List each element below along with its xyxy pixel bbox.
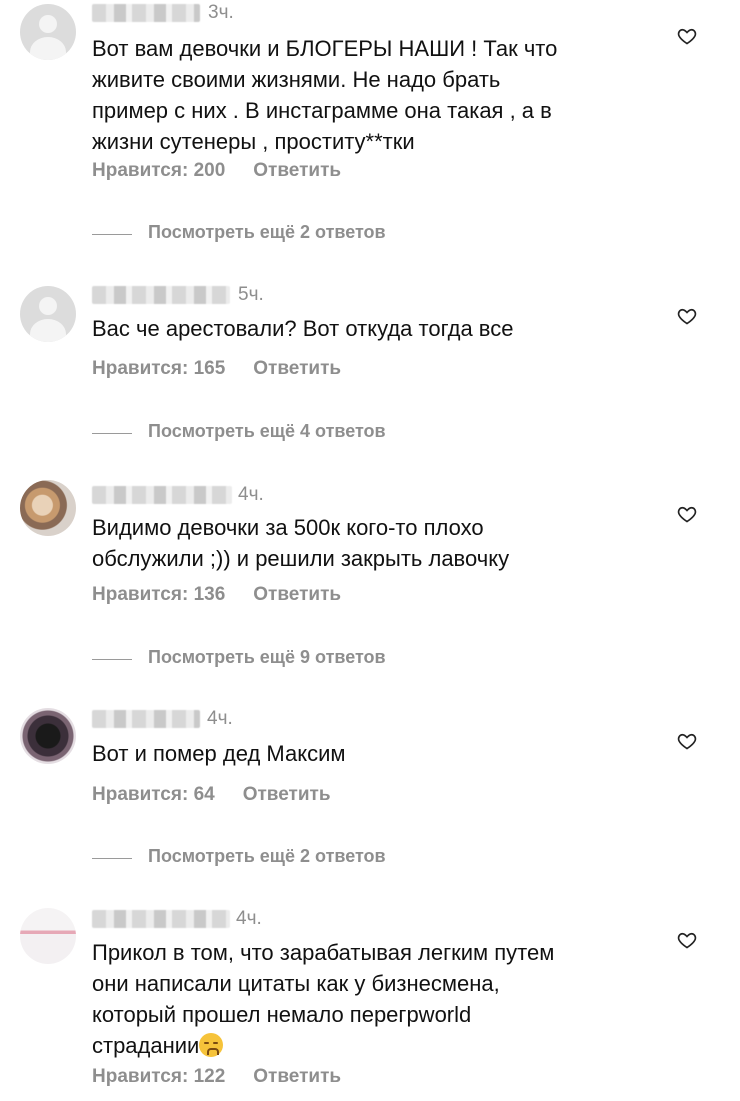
comment-text: Видимо девочки за 500к кого-то плохо обс… [92, 515, 510, 571]
comment-time: 5ч. [238, 284, 264, 305]
heart-outline-icon[interactable] [677, 930, 697, 950]
like-count[interactable]: Нравится: 200 [92, 160, 225, 182]
like-count[interactable]: Нравится: 64 [92, 784, 215, 806]
heart-outline-icon[interactable] [677, 504, 697, 524]
like-count[interactable]: Нравится: 136 [92, 584, 225, 606]
comment-time: 4ч. [207, 708, 233, 729]
view-replies-label: Посмотреть ещё 2 ответов [148, 222, 386, 242]
divider-line [92, 858, 132, 859]
comment-text: Прикол в том, что зарабатывая легким пут… [92, 937, 662, 1061]
sad-face-emoji [199, 1033, 224, 1057]
user-avatar[interactable] [20, 708, 76, 764]
default-avatar-icon[interactable] [20, 4, 76, 60]
comment-text: Вот вам девочки и БЛОГЕРЫ НАШИ ! Так что… [92, 36, 558, 154]
username-blurred[interactable] [92, 910, 230, 928]
comment-text: Вас че арестовали? Вот откуда тогда все [92, 316, 514, 341]
comment-text: Вот и помер дед Максим [92, 741, 346, 766]
heart-outline-icon[interactable] [677, 26, 697, 46]
view-replies-label: Посмотреть ещё 9 ответов [148, 647, 386, 667]
comment-time: 4ч. [236, 908, 262, 929]
divider-line [92, 659, 132, 660]
like-count[interactable]: Нравится: 165 [92, 358, 225, 380]
username-blurred[interactable] [92, 4, 200, 22]
view-replies-label: Посмотреть ещё 2 ответов [148, 846, 386, 866]
comment-meta: Нравится: 64 Ответить [92, 784, 331, 806]
comment-text-body: Прикол в том, что зарабатывая легким пут… [92, 940, 555, 1058]
reply-button[interactable]: Ответить [253, 1066, 341, 1088]
default-avatar-icon[interactable] [20, 286, 76, 342]
comment-time: 4ч. [238, 484, 264, 505]
divider-line [92, 433, 132, 434]
comment-meta: Нравится: 200 Ответить [92, 160, 341, 182]
username-blurred[interactable] [92, 286, 230, 304]
username-blurred[interactable] [92, 710, 200, 728]
reply-button[interactable]: Ответить [253, 358, 341, 380]
heart-outline-icon[interactable] [677, 306, 697, 326]
heart-outline-icon[interactable] [677, 731, 697, 751]
like-count[interactable]: Нравится: 122 [92, 1066, 225, 1088]
reply-button[interactable]: Ответить [253, 160, 341, 182]
divider-line [92, 234, 132, 235]
comment-meta: Нравится: 122 Ответить [92, 1066, 341, 1088]
comment-meta: Нравится: 136 Ответить [92, 584, 341, 606]
user-avatar[interactable] [20, 908, 76, 964]
comment-meta: Нравится: 165 Ответить [92, 358, 341, 380]
reply-button[interactable]: Ответить [253, 584, 341, 606]
user-avatar[interactable] [20, 480, 76, 536]
username-blurred[interactable] [92, 486, 232, 504]
reply-button[interactable]: Ответить [243, 784, 331, 806]
comment-time: 3ч. [208, 2, 234, 23]
view-replies-label: Посмотреть ещё 4 ответов [148, 421, 386, 441]
